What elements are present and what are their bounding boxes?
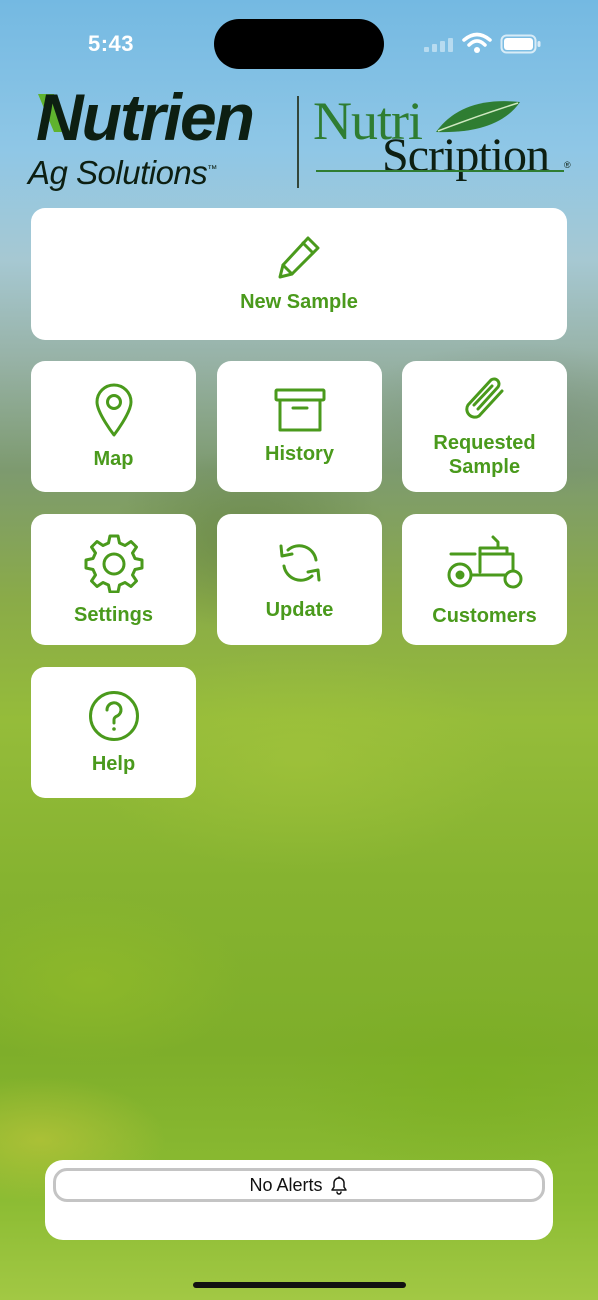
- help-label: Help: [91, 752, 136, 775]
- logo-divider: [297, 96, 299, 188]
- home-indicator[interactable]: [193, 1282, 406, 1288]
- bell-icon: [330, 1176, 347, 1195]
- pencil-icon: [278, 236, 320, 279]
- update-button[interactable]: Update: [217, 514, 382, 645]
- nutrien-wordmark: Nutrien: [36, 80, 255, 154]
- help-button[interactable]: Help: [31, 667, 196, 798]
- tractor-icon: [447, 535, 522, 588]
- settings-label: Settings: [74, 603, 153, 626]
- question-circle-icon: [88, 690, 139, 741]
- history-button[interactable]: History: [217, 361, 382, 492]
- archive-box-icon: [274, 388, 325, 431]
- history-label: History: [265, 442, 334, 465]
- brand-header: Nutrien Ag Solutions™ Nutri Scription ®: [0, 82, 598, 202]
- registered-mark: ®: [564, 160, 571, 170]
- new-sample-label: New Sample: [240, 291, 358, 313]
- status-bar: 5:43: [0, 0, 598, 80]
- ag-solutions-tagline: Ag Solutions™: [28, 154, 217, 191]
- gear-icon: [84, 534, 143, 593]
- paperclip-icon: [464, 377, 503, 419]
- cellular-signal-icon: [424, 38, 453, 52]
- requested-sample-label: Requested Sample: [433, 431, 536, 478]
- alerts-button[interactable]: No Alerts: [53, 1168, 545, 1202]
- new-sample-button[interactable]: New Sample: [31, 208, 567, 340]
- battery-icon: [500, 34, 541, 54]
- requested-sample-button[interactable]: Requested Sample: [402, 361, 567, 492]
- wifi-icon: [462, 32, 492, 53]
- customers-button[interactable]: Customers: [402, 514, 567, 645]
- settings-button[interactable]: Settings: [31, 514, 196, 645]
- refresh-icon: [279, 543, 320, 582]
- update-label: Update: [265, 598, 334, 621]
- customers-label: Customers: [432, 604, 537, 627]
- alerts-label: No Alerts: [249, 1174, 323, 1195]
- scription-wordmark: Scription: [382, 129, 550, 182]
- map-label: Map: [93, 447, 134, 470]
- dynamic-island: [214, 19, 384, 69]
- status-time: 5:43: [88, 31, 135, 56]
- map-pin-icon: [95, 383, 132, 436]
- logo-underline: [316, 170, 564, 172]
- alerts-panel: No Alerts: [45, 1160, 553, 1240]
- map-button[interactable]: Map: [31, 361, 196, 492]
